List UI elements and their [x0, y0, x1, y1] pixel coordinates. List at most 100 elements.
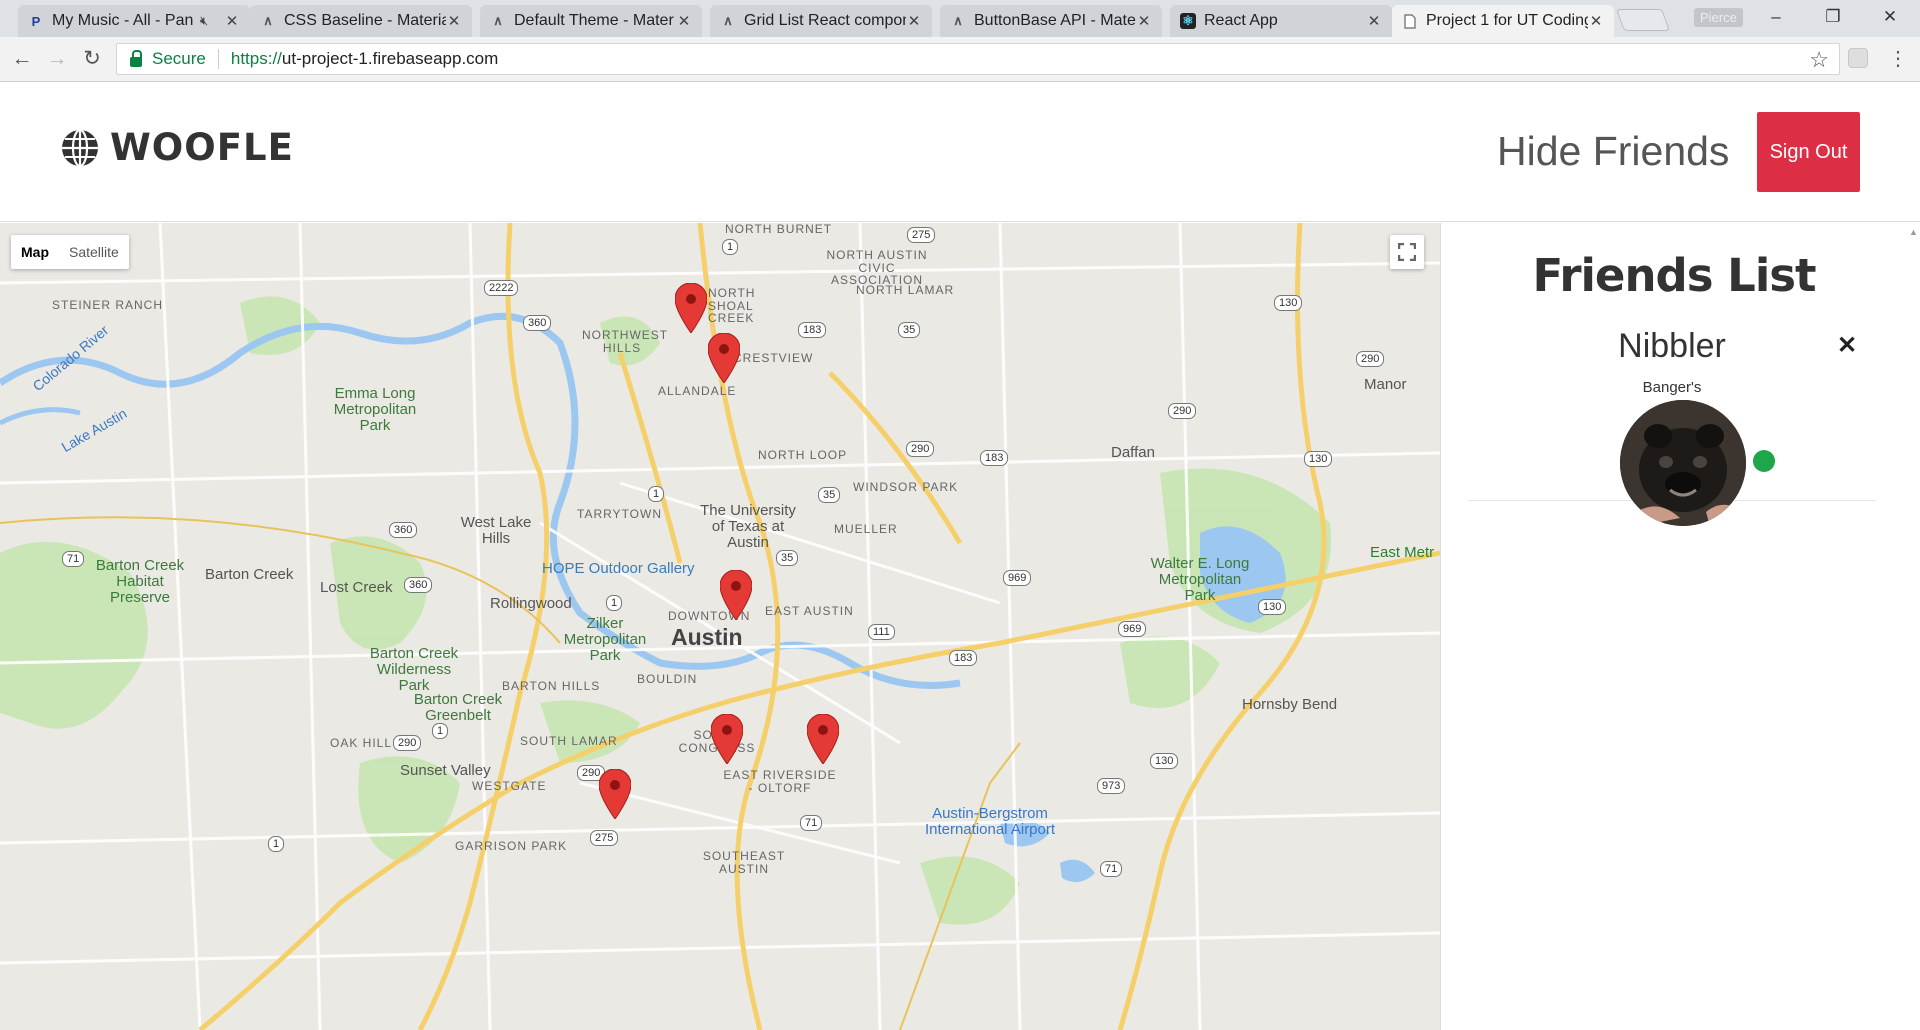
close-icon[interactable]: ✕	[906, 12, 922, 30]
map-label: West Lake Hills	[460, 514, 532, 547]
map-label: BARTON HILLS	[502, 679, 601, 693]
remove-friend-close-icon[interactable]: ✕	[1837, 331, 1857, 360]
friend-card[interactable]: Nibbler ✕ Banger's	[1467, 309, 1877, 526]
material-ui-icon: ∧	[493, 13, 503, 28]
map-label: Barton Creek Greenbelt	[413, 691, 503, 724]
route-shield: 35	[898, 322, 921, 338]
app-header: WOOFLE Hide Friends Sign Out	[0, 82, 1920, 222]
forward-arrow-icon[interactable]: →	[45, 47, 69, 71]
globe-icon	[62, 128, 98, 167]
map-label: HOPE Outdoor Gallery	[542, 560, 695, 577]
back-arrow-icon[interactable]: ←	[10, 47, 34, 71]
online-status-indicator	[1753, 450, 1775, 472]
map-label: EAST RIVERSIDE - OLTORF	[723, 768, 837, 795]
route-shield: 111	[868, 624, 895, 640]
route-shield: 290	[1168, 403, 1197, 419]
map-label: MUELLER	[834, 522, 898, 536]
map-type-map[interactable]: Map	[11, 235, 59, 269]
window-close-icon[interactable]: ✕	[1868, 4, 1912, 30]
route-shield: 290	[393, 735, 422, 751]
map-label: CRESTVIEW	[733, 351, 814, 365]
hide-friends-button[interactable]: Hide Friends	[1497, 128, 1729, 175]
speaker-muted-icon[interactable]: 🔇︎	[200, 13, 218, 29]
map-label: SOUTH LAMAR	[520, 734, 618, 748]
tab-title: Project 1 for UT Coding	[1426, 12, 1588, 29]
bookmark-star-icon[interactable]: ☆	[1809, 47, 1829, 73]
map-marker[interactable]	[807, 714, 839, 764]
map-label: The University of Texas at Austin	[700, 502, 796, 551]
reload-icon[interactable]: ↻	[80, 47, 104, 71]
material-ui-icon: ∧	[723, 13, 733, 28]
close-icon[interactable]: ✕	[1136, 12, 1152, 30]
route-shield: 275	[590, 830, 619, 846]
route-shield: 2222	[484, 280, 519, 296]
browser-tab-active[interactable]: Project 1 for UT Coding ✕	[1392, 5, 1614, 37]
route-shield: 969	[1118, 621, 1147, 637]
map-marker[interactable]	[708, 333, 740, 383]
route-shield: 130	[1258, 599, 1287, 615]
browser-tab[interactable]: ∧ ButtonBase API - Mater ✕	[940, 5, 1162, 37]
route-shield: 35	[818, 487, 841, 503]
friend-subtitle: Banger's	[1642, 379, 1702, 396]
react-icon: ⚛︎	[1180, 13, 1196, 29]
map-marker[interactable]	[711, 714, 743, 764]
map-type-satellite[interactable]: Satellite	[59, 235, 129, 269]
route-shield: 35	[776, 550, 799, 566]
fullscreen-button[interactable]	[1390, 235, 1424, 269]
route-shield: 969	[1003, 570, 1032, 586]
tab-title: React App	[1204, 12, 1278, 29]
browser-tab[interactable]: P My Music - All - Pan 🔇︎ ✕	[18, 5, 250, 37]
route-shield: 973	[1097, 778, 1126, 794]
url-host: ut-project-1.firebaseapp.com	[281, 49, 499, 68]
route-shield: 130	[1304, 451, 1333, 467]
route-shield: 360	[404, 577, 433, 593]
restore-icon[interactable]: ❐	[1811, 4, 1855, 30]
profile-button[interactable]: Pierce	[1694, 8, 1743, 27]
route-shield: 71	[1100, 861, 1123, 877]
close-icon[interactable]: ✕	[676, 12, 692, 30]
browser-menu-icon[interactable]: ⋮	[1888, 46, 1908, 71]
close-icon[interactable]: ✕	[224, 12, 240, 30]
route-shield: 1	[432, 723, 449, 739]
panel-scrollbar[interactable]: ▲	[1906, 223, 1920, 1030]
map-label: Emma Long Metropolitan Park	[333, 385, 417, 434]
map-label: Austin-Bergstrom International Airport	[924, 805, 1056, 838]
tab-title: CSS Baseline - Material	[284, 12, 446, 29]
map-label: EAST AUSTIN	[765, 604, 854, 618]
map-label: Barton Creek Habitat Preserve	[95, 557, 185, 606]
route-shield: 71	[62, 551, 85, 567]
browser-tab[interactable]: ∧ Default Theme - Mater ✕	[480, 5, 702, 37]
scroll-up-arrow-icon[interactable]: ▲	[1909, 227, 1918, 237]
logo[interactable]: WOOFLE	[60, 126, 294, 169]
map-label: ALLANDALE	[658, 384, 737, 398]
map-marker[interactable]	[599, 769, 631, 819]
browser-tab-strip: P My Music - All - Pan 🔇︎ ✕ ∧ CSS Baseli…	[0, 0, 1920, 37]
sign-out-button[interactable]: Sign Out	[1757, 112, 1860, 192]
map-canvas[interactable]: NORTH BURNET NORTH AUSTIN CIVIC ASSOCIAT…	[0, 223, 1440, 1030]
map-label: NORTHWEST HILLS	[582, 328, 669, 355]
close-icon[interactable]: ✕	[1366, 12, 1382, 30]
map-label: SOUTHEAST AUSTIN	[702, 849, 786, 876]
map-label: Walter E. Long Metropolitan Park	[1150, 555, 1250, 604]
map-label: Barton Creek	[205, 566, 294, 583]
route-shield: 1	[606, 595, 623, 611]
browser-tab[interactable]: ∧ CSS Baseline - Material ✕	[250, 5, 472, 37]
tab-title: Default Theme - Mater	[514, 12, 674, 29]
browser-tab[interactable]: ∧ Grid List React compon ✕	[710, 5, 932, 37]
map-label: Sunset Valley	[400, 762, 491, 779]
route-shield: 130	[1150, 753, 1179, 769]
route-shield: 1	[648, 486, 665, 502]
close-icon[interactable]: ✕	[1588, 12, 1604, 30]
map-marker[interactable]	[675, 283, 707, 333]
dog-photo	[1620, 400, 1746, 526]
new-tab-button[interactable]	[1615, 9, 1671, 31]
material-ui-icon: ∧	[953, 13, 963, 28]
route-shield: 290	[906, 441, 935, 457]
url-input[interactable]: Secure https:// ut-project-1.firebaseapp…	[116, 43, 1840, 75]
route-shield: 1	[268, 836, 285, 852]
map-label: Barton Creek Wilderness Park	[369, 645, 459, 694]
extension-icon[interactable]	[1848, 48, 1868, 68]
minimize-icon[interactable]: –	[1754, 4, 1798, 30]
close-icon[interactable]: ✕	[446, 12, 462, 30]
browser-tab[interactable]: ⚛︎ React App ✕	[1170, 5, 1392, 37]
